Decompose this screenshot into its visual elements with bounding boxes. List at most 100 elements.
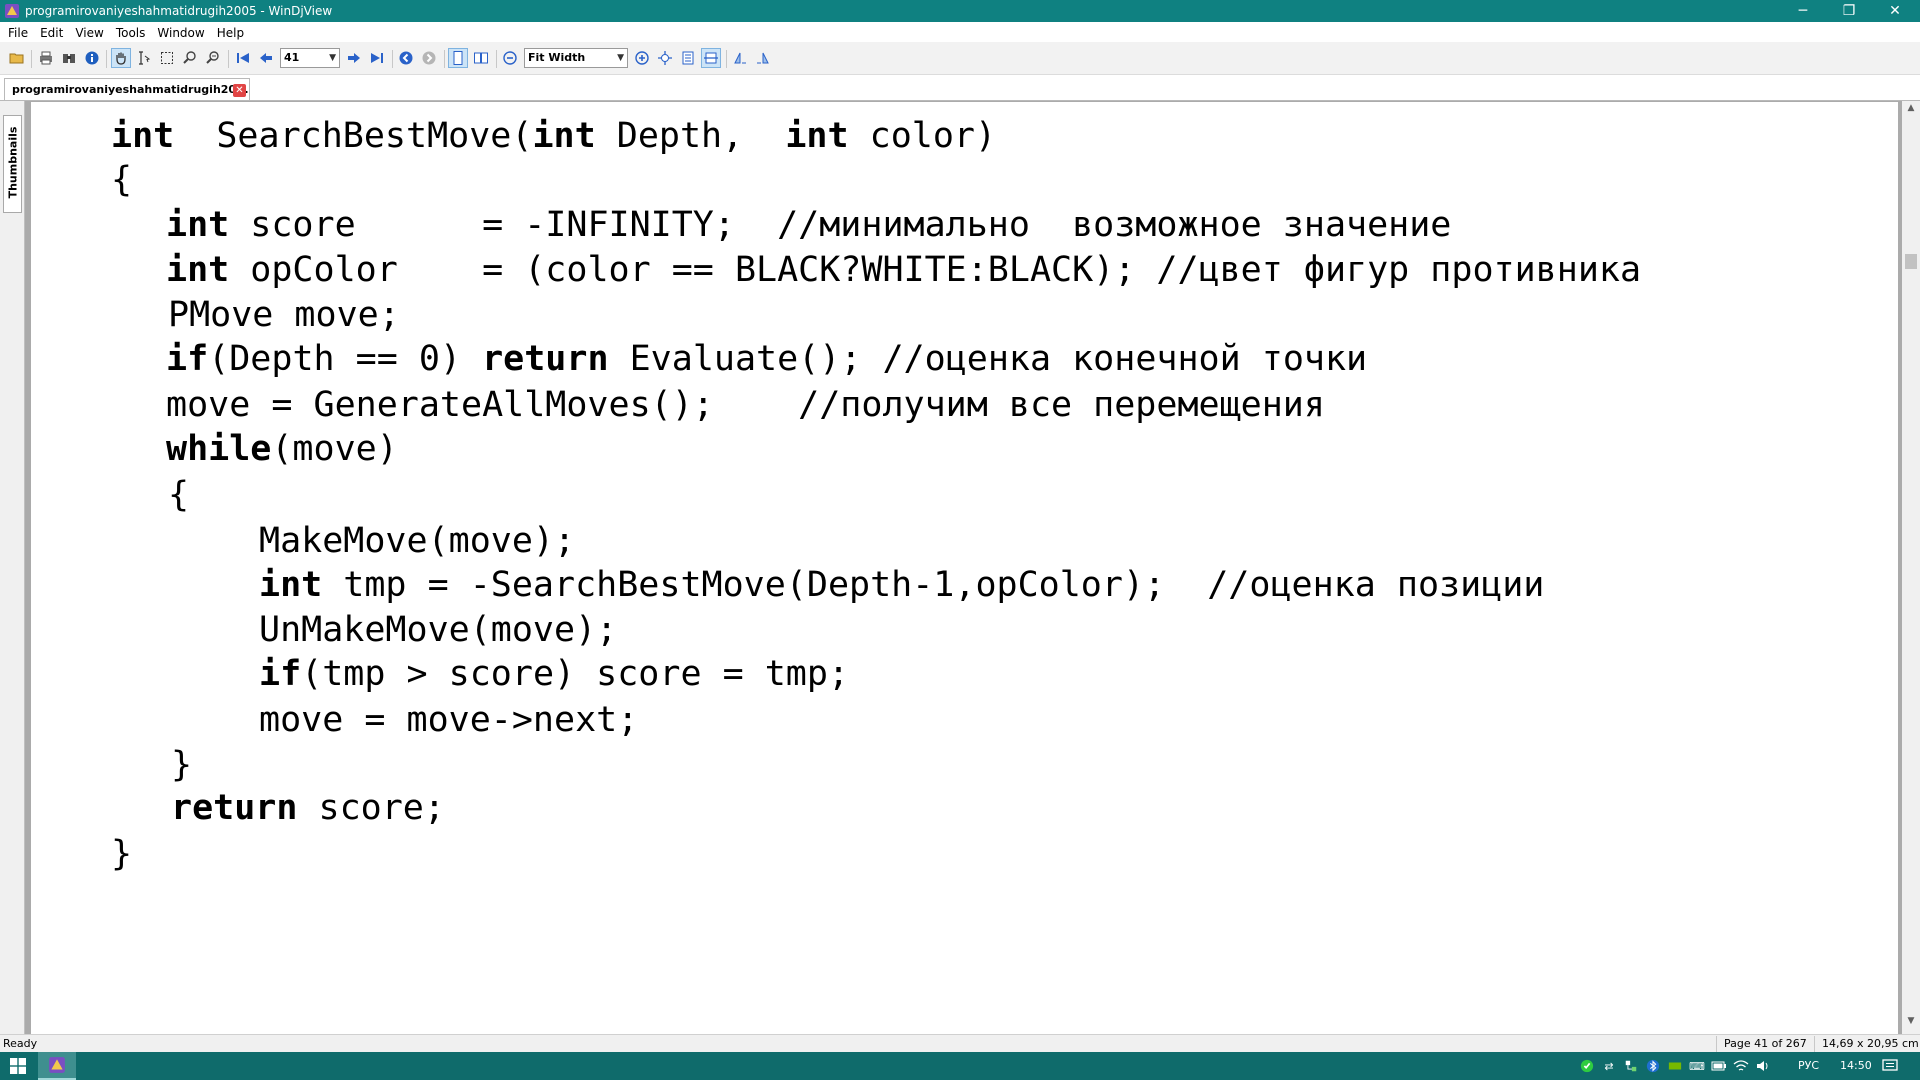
menu-view[interactable]: View: [69, 22, 109, 41]
tray-clock[interactable]: 14:50: [1840, 1059, 1872, 1072]
menu-help[interactable]: Help: [211, 22, 250, 41]
info-button[interactable]: [82, 48, 102, 68]
tray-bluetooth-icon[interactable]: [1645, 1058, 1661, 1074]
windows-logo-icon: [10, 1058, 26, 1074]
close-tab-icon[interactable]: ✕: [233, 84, 246, 97]
tray-wifi-icon[interactable]: [1733, 1058, 1749, 1074]
code-text: opColor = (color == BLACK?WHITE:BLACK); …: [229, 250, 1642, 290]
code-text: }: [171, 745, 193, 785]
fit-width-button[interactable]: [701, 48, 721, 68]
thumbnails-tab-label: Thumbnails: [6, 126, 20, 199]
action-center-icon[interactable]: [1882, 1058, 1898, 1074]
select-text-button[interactable]: [134, 48, 154, 68]
scrollbar-thumb[interactable]: [1905, 254, 1917, 269]
menu-window[interactable]: Window: [151, 22, 210, 41]
facing-pages-button[interactable]: [471, 48, 491, 68]
fit-page-button[interactable]: [655, 48, 675, 68]
zoom-in-button[interactable]: [632, 48, 652, 68]
actual-size-button[interactable]: [678, 48, 698, 68]
code-text: UnMakeMove(move);: [259, 610, 618, 650]
status-page-count: Page 41 of 267: [1724, 1037, 1807, 1050]
code-line: int tmp = -SearchBestMove(Depth-1,opColo…: [259, 565, 1544, 605]
code-text: PMove move;: [168, 295, 400, 335]
document-view[interactable]: int SearchBestMove(int Depth, int color)…: [25, 101, 1902, 1034]
taskbar: ⇄ ⌨ РУС 14:50: [0, 1052, 1920, 1080]
code-text: (move): [271, 429, 398, 469]
window-title: programirovaniyeshahmatidrugih2005 - Win…: [25, 4, 333, 18]
code-keyword: return: [482, 339, 609, 379]
toolbar-separator: [444, 50, 445, 68]
zoom-in-tool-icon: [183, 51, 196, 64]
toolbar: 41 ▼ Fit Width ▼: [0, 42, 1920, 75]
zoom-out-button[interactable]: [500, 48, 520, 68]
code-line: {: [111, 160, 132, 200]
hand-tool-button[interactable]: [111, 48, 131, 68]
document-page: int SearchBestMove(int Depth, int color)…: [31, 102, 1898, 1034]
zoom-in-tool-button[interactable]: [180, 48, 200, 68]
tray-network-icon[interactable]: [1623, 1058, 1639, 1074]
status-divider: [1716, 1036, 1717, 1052]
code-text: score;: [297, 788, 445, 828]
taskbar-windjview-button[interactable]: [38, 1052, 76, 1080]
menu-bar: File Edit View Tools Window Help: [0, 22, 1920, 42]
document-tab[interactable]: programirovaniyeshahmatidrugih20... ✕: [4, 78, 250, 100]
tray-arrows-icon[interactable]: ⇄: [1601, 1058, 1617, 1074]
tray-battery-icon[interactable]: [1711, 1058, 1727, 1074]
tray-language[interactable]: РУС: [1798, 1059, 1819, 1072]
single-page-button[interactable]: [448, 48, 468, 68]
vertical-scrollbar[interactable]: ▲ ▼: [1902, 101, 1920, 1034]
fit-page-icon: [658, 51, 672, 65]
page-number-combo[interactable]: 41 ▼: [280, 48, 340, 68]
close-button[interactable]: ✕: [1872, 0, 1918, 22]
code-text: MakeMove(move);: [259, 521, 576, 561]
rotate-right-button[interactable]: [753, 48, 773, 68]
first-page-button[interactable]: [233, 48, 253, 68]
code-line: if(tmp > score) score = tmp;: [259, 654, 849, 694]
open-icon: [9, 53, 24, 64]
tray-shield-icon[interactable]: [1579, 1058, 1595, 1074]
last-page-button[interactable]: [367, 48, 387, 68]
find-icon: [63, 54, 75, 63]
tray-gpu-icon[interactable]: [1667, 1058, 1683, 1074]
start-button[interactable]: [0, 1052, 36, 1080]
maximize-button[interactable]: ❐: [1826, 0, 1872, 22]
toolbar-separator: [496, 50, 497, 68]
select-area-button[interactable]: [157, 48, 177, 68]
menu-tools[interactable]: Tools: [110, 22, 152, 41]
back-icon: [399, 51, 413, 65]
previous-page-icon: [260, 53, 272, 63]
code-text: (Depth == 0): [208, 339, 483, 379]
tray-volume-icon[interactable]: [1755, 1058, 1771, 1074]
zoom-combo[interactable]: Fit Width ▼: [524, 48, 628, 68]
next-page-icon: [348, 53, 360, 63]
code-text: SearchBestMove(: [174, 116, 533, 156]
menu-file[interactable]: File: [0, 22, 34, 41]
back-button[interactable]: [396, 48, 416, 68]
code-text: }: [111, 834, 133, 874]
status-bar: Ready Page 41 of 267 14,69 x 20,95 cm: [0, 1034, 1920, 1053]
minimize-button[interactable]: ─: [1780, 0, 1826, 22]
find-button[interactable]: [59, 48, 79, 68]
code-line: move = GenerateAllMoves(); //получим все…: [166, 385, 1325, 425]
page-number-value: 41: [284, 51, 300, 64]
previous-page-button[interactable]: [256, 48, 276, 68]
zoom-out-tool-button[interactable]: [203, 48, 223, 68]
forward-button[interactable]: [419, 48, 439, 68]
thumbnails-tab[interactable]: Thumbnails: [3, 115, 22, 213]
facing-pages-icon: [474, 52, 488, 64]
rotate-right-icon: [757, 52, 769, 64]
code-line: PMove move;: [168, 295, 400, 335]
code-text: color): [848, 116, 997, 156]
scroll-up-icon[interactable]: ▲: [1902, 103, 1920, 119]
code-text: Evaluate(); //оценка конечной точки: [608, 339, 1368, 379]
open-button[interactable]: [7, 48, 27, 68]
rotate-left-button[interactable]: [730, 48, 750, 68]
print-button[interactable]: [36, 48, 56, 68]
zoom-value: Fit Width: [528, 51, 586, 64]
tray-keyboard-icon[interactable]: ⌨: [1689, 1058, 1705, 1074]
select-text-icon: [139, 51, 151, 65]
next-page-button[interactable]: [344, 48, 364, 68]
scroll-down-icon[interactable]: ▼: [1902, 1016, 1920, 1032]
code-keyword: return: [171, 788, 298, 828]
menu-edit[interactable]: Edit: [34, 22, 69, 41]
